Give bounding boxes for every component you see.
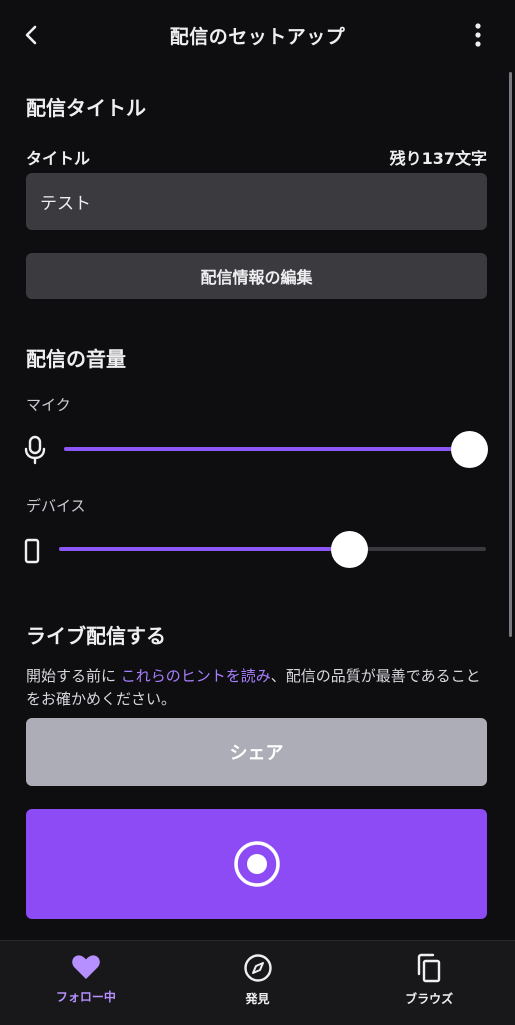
nav-browse-label: ブラウズ xyxy=(405,992,454,1006)
share-button[interactable]: シェア xyxy=(26,718,487,786)
copy-icon xyxy=(417,953,441,983)
chars-remaining: 残り137文字 xyxy=(389,149,487,168)
mic-slider-thumb[interactable] xyxy=(451,431,488,468)
hints-link[interactable]: これらのヒントを読み xyxy=(121,667,271,685)
more-options-button[interactable] xyxy=(461,18,495,52)
go-live-heading: ライブ配信する xyxy=(26,624,166,648)
title-label: タイトル xyxy=(26,149,91,168)
nav-following[interactable]: フォロー中 xyxy=(0,941,172,1025)
header: 配信のセットアップ xyxy=(0,0,515,70)
more-vertical-icon xyxy=(475,23,481,47)
nav-discover[interactable]: 発見 xyxy=(172,941,344,1025)
page-title: 配信のセットアップ xyxy=(169,25,346,48)
nav-discover-label: 発見 xyxy=(245,992,270,1006)
hint-text: 開始する前に これらのヒントを読み、配信の品質が最善であることをお確かめください… xyxy=(26,665,491,711)
volume-heading: 配信の音量 xyxy=(26,347,126,371)
compass-icon xyxy=(243,954,272,982)
hint-before: 開始する前に xyxy=(26,667,121,685)
back-button[interactable] xyxy=(14,18,48,52)
edit-stream-info-button[interactable]: 配信情報の編集 xyxy=(26,253,487,299)
title-input[interactable]: テスト xyxy=(26,173,487,230)
mic-slider-fill xyxy=(64,447,469,451)
mic-label: マイク xyxy=(26,396,71,414)
microphone-icon xyxy=(22,434,48,466)
go-live-button[interactable] xyxy=(26,809,487,919)
heart-icon xyxy=(72,955,100,979)
nav-browse[interactable]: ブラウズ xyxy=(343,941,515,1025)
device-slider-fill xyxy=(59,547,349,551)
device-slider-thumb[interactable] xyxy=(331,531,368,568)
nav-following-label: フォロー中 xyxy=(55,990,116,1004)
record-icon xyxy=(233,841,280,887)
title-input-value: テスト xyxy=(40,194,91,214)
bottom-nav: フォロー中 発見 ブラウズ xyxy=(0,940,515,1025)
device-label: デバイス xyxy=(26,497,86,515)
device-volume-slider[interactable] xyxy=(59,531,486,568)
chevron-left-icon xyxy=(25,25,37,45)
stream-title-heading: 配信タイトル xyxy=(26,96,146,120)
phone-icon xyxy=(22,537,42,565)
scrollbar[interactable] xyxy=(509,72,512,637)
mic-volume-slider[interactable] xyxy=(64,431,488,468)
